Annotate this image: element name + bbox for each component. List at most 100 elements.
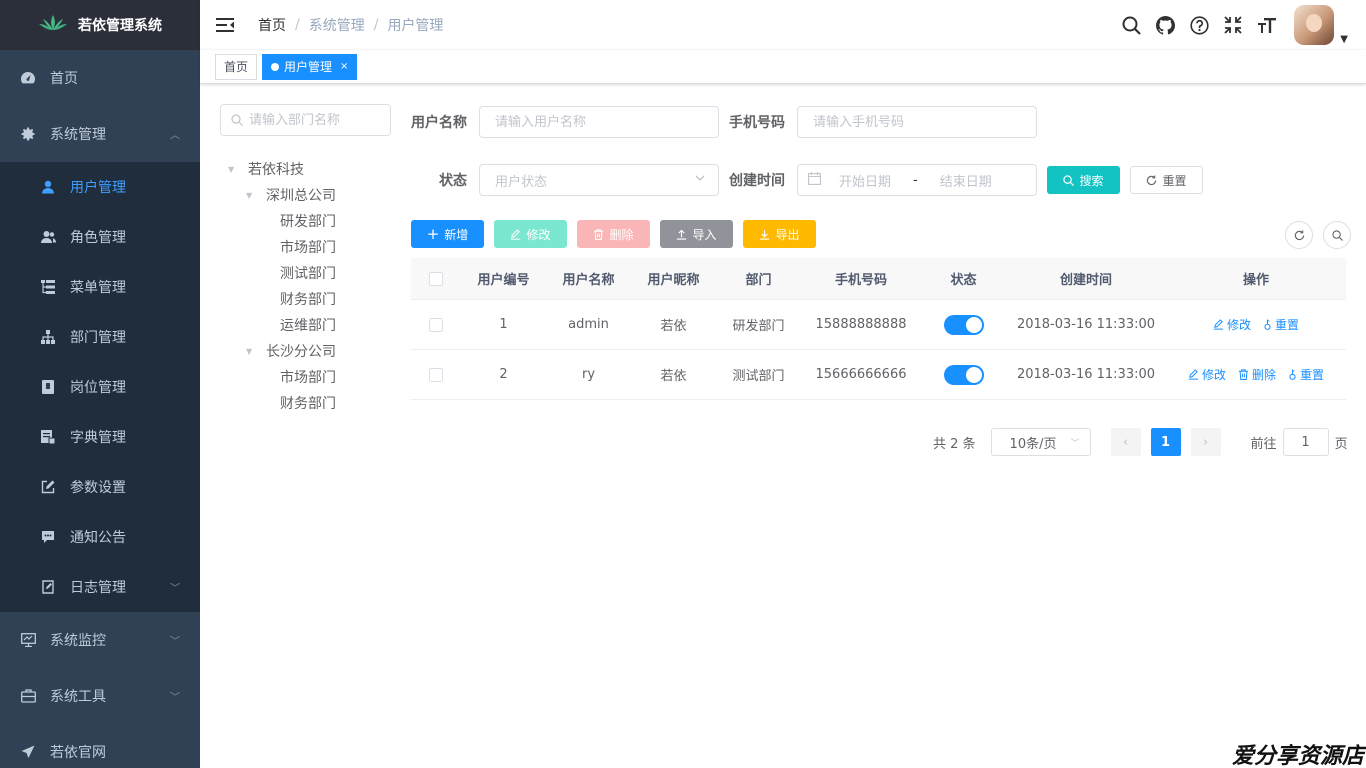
sidebar-item-notice[interactable]: 通知公告 xyxy=(0,512,200,562)
dept-search-input[interactable] xyxy=(249,112,379,128)
chevron-left-icon: ‹ xyxy=(1122,434,1129,450)
close-icon[interactable]: × xyxy=(340,55,348,79)
gear-icon xyxy=(20,126,36,142)
chevron-down-icon xyxy=(694,172,706,188)
fullscreen-exit-icon[interactable] xyxy=(1216,0,1250,50)
tree-node[interactable]: ▼ 长沙分公司 xyxy=(224,338,336,364)
username-label: 用户名称 xyxy=(411,115,467,131)
sidebar-item-tool[interactable]: 系统工具 ﹀ xyxy=(0,668,200,724)
sidebar-item-label: 部门管理 xyxy=(70,330,126,346)
page-number-current[interactable]: 1 xyxy=(1150,428,1181,456)
upload-icon xyxy=(677,229,687,240)
phone-input[interactable] xyxy=(813,114,1021,130)
table-row: 2 ry 若依 测试部门 15666666666 2018-03-16 11:3… xyxy=(411,350,1346,400)
peoples-icon xyxy=(40,229,56,245)
avatar[interactable] xyxy=(1294,5,1335,45)
row-edit-link[interactable]: 修改 xyxy=(1213,316,1251,333)
tree-node[interactable]: ▼ 深圳总公司 xyxy=(224,182,336,208)
edit-button-label: 修改 xyxy=(526,227,551,242)
tree-node[interactable]: 测试部门 xyxy=(224,260,336,286)
start-date-placeholder[interactable]: 开始日期 xyxy=(839,171,891,190)
row-reset-password-link[interactable]: 重置 xyxy=(1263,316,1299,333)
github-icon[interactable] xyxy=(1148,0,1182,50)
refresh-table-button[interactable] xyxy=(1285,221,1313,249)
tag-home[interactable]: 首页 xyxy=(215,53,258,80)
sidebar-item-config[interactable]: 参数设置 xyxy=(0,462,200,512)
search-icon xyxy=(231,114,243,126)
phone-cell: 15888888888 xyxy=(815,317,907,332)
row-edit-link[interactable]: 修改 xyxy=(1188,366,1226,383)
username-input[interactable] xyxy=(495,114,703,130)
sidebar-item-home[interactable]: 首页 xyxy=(0,50,200,106)
sidebar-logo[interactable]: 若依管理系统 xyxy=(0,0,200,50)
status-select[interactable]: 用户状态 xyxy=(479,164,719,196)
export-button[interactable]: 导出 xyxy=(743,220,816,248)
sidebar-item-user[interactable]: 用户管理 xyxy=(0,162,200,212)
row-reset-password-link[interactable]: 重置 xyxy=(1288,366,1324,383)
question-icon[interactable] xyxy=(1182,0,1216,50)
add-button[interactable]: + 新增 xyxy=(411,220,484,248)
sidebar-item-website[interactable]: 若依官网 xyxy=(0,724,200,768)
status-select-placeholder: 用户状态 xyxy=(495,174,548,190)
tree-node[interactable]: 运维部门 xyxy=(224,312,336,338)
hamburger-button[interactable] xyxy=(200,0,250,50)
next-page-button[interactable]: › xyxy=(1190,428,1221,456)
goto-page-input[interactable]: 1 xyxy=(1282,428,1329,456)
search-button[interactable]: 搜索 xyxy=(1047,166,1120,194)
search-icon xyxy=(1331,229,1343,241)
dept-tree: ▼ 若依科技 ▼ 深圳总公司 研发部门 市场部门 测试部门 财务部门 运维部门 ▼ 长… xyxy=(224,156,336,416)
guide-icon xyxy=(20,744,36,760)
goto-page: 前往 1 页 xyxy=(1251,428,1348,456)
search-icon[interactable] xyxy=(1114,0,1148,50)
tree-node[interactable]: 财务部门 xyxy=(224,286,336,312)
user-id-cell: 1 xyxy=(499,317,508,332)
sidebar-item-system[interactable]: 系统管理 ︿ xyxy=(0,106,200,162)
user-avatar-dropdown[interactable]: ▼ xyxy=(1294,5,1348,45)
tree-node[interactable]: 财务部门 xyxy=(224,390,336,416)
column-header: 部门 xyxy=(745,273,772,288)
font-size-icon[interactable] xyxy=(1250,0,1284,50)
dept-search-box xyxy=(220,104,391,136)
edit-button[interactable]: 修改 xyxy=(494,220,567,248)
sidebar-item-label: 参数设置 xyxy=(70,480,126,496)
column-header: 用户昵称 xyxy=(647,273,700,288)
end-date-placeholder[interactable]: 结束日期 xyxy=(940,171,992,190)
tree-node[interactable]: 市场部门 xyxy=(224,234,336,260)
reset-button[interactable]: 重置 xyxy=(1130,166,1203,194)
sidebar-item-monitor[interactable]: 系统监控 ﹀ xyxy=(0,612,200,668)
toggle-search-button[interactable] xyxy=(1323,221,1351,249)
tree-node[interactable]: 研发部门 xyxy=(224,208,336,234)
status-switch[interactable] xyxy=(943,364,984,385)
import-button[interactable]: 导入 xyxy=(660,220,733,248)
sidebar-item-dept[interactable]: 部门管理 xyxy=(0,312,200,362)
table-header: 用户编号 用户名称 用户昵称 部门 手机号码 状态 创建时间 操作 xyxy=(411,258,1346,300)
sidebar-item-dict[interactable]: 字典管理 xyxy=(0,412,200,462)
row-checkbox[interactable] xyxy=(429,317,443,332)
row-delete-link[interactable]: 删除 xyxy=(1238,366,1276,383)
logo-icon xyxy=(38,14,68,36)
breadcrumb-item-home[interactable]: 首页 xyxy=(258,15,286,35)
sidebar-item-label: 系统工具 xyxy=(50,689,106,705)
query-row-1: 用户名称 手机号码 xyxy=(411,106,1037,138)
sidebar-item-log[interactable]: 日志管理 ﹀ xyxy=(0,562,200,612)
status-switch[interactable] xyxy=(943,314,984,335)
tree-node[interactable]: 市场部门 xyxy=(224,364,336,390)
sidebar-item-menu[interactable]: 菜单管理 xyxy=(0,262,200,312)
tree-node[interactable]: ▼ 若依科技 xyxy=(224,156,336,182)
tree-node-label: 市场部门 xyxy=(280,370,336,386)
delete-button[interactable]: 删除 xyxy=(577,220,650,248)
row-checkbox[interactable] xyxy=(429,367,443,382)
caret-down-icon[interactable]: ▼ xyxy=(246,191,258,200)
sidebar-item-role[interactable]: 角色管理 xyxy=(0,212,200,262)
caret-down-icon[interactable]: ▼ xyxy=(246,347,258,356)
page-size-select[interactable]: 10条/页 ﹀ xyxy=(990,428,1091,456)
calendar-icon xyxy=(808,171,821,189)
tag-user-management[interactable]: 用户管理 × xyxy=(262,53,358,80)
column-header: 手机号码 xyxy=(834,273,887,288)
caret-down-icon[interactable]: ▼ xyxy=(228,165,240,174)
select-all-checkbox[interactable] xyxy=(429,271,443,286)
prev-page-button[interactable]: ‹ xyxy=(1110,428,1141,456)
row-edit-label: 修改 xyxy=(1201,368,1226,382)
sidebar-item-post[interactable]: 岗位管理 xyxy=(0,362,200,412)
date-range-picker[interactable]: 开始日期 - 结束日期 xyxy=(797,164,1037,196)
